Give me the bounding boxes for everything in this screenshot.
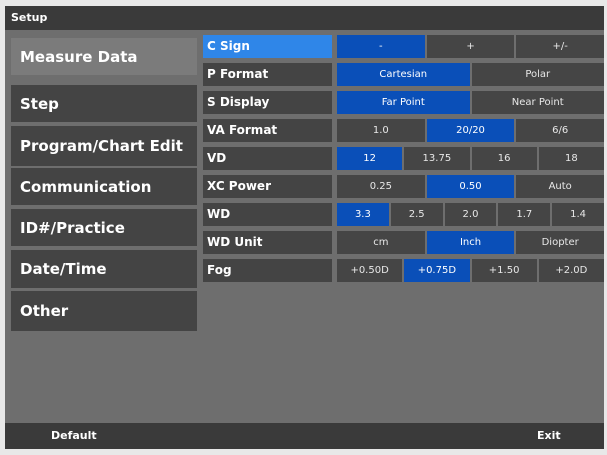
sidebar-item-date-time[interactable]: Date/Time — [11, 250, 197, 288]
option-0-25[interactable]: 0.25 — [337, 175, 427, 198]
option-3-3[interactable]: 3.3 — [337, 203, 391, 226]
setting-label: XC Power — [203, 175, 332, 198]
setting-label: Fog — [203, 259, 332, 282]
option-13-75[interactable]: 13.75 — [404, 147, 472, 170]
option-1-0[interactable]: 1.0 — [337, 119, 427, 142]
default-button[interactable]: Default — [51, 423, 97, 449]
setting-label: VD — [203, 147, 332, 170]
setting-label: VA Format — [203, 119, 332, 142]
setting-label: WD Unit — [203, 231, 332, 254]
option-polar[interactable]: Polar — [471, 63, 604, 86]
footer-bar: Default Exit — [5, 423, 604, 449]
setting-label: WD — [203, 203, 332, 226]
option-2-0[interactable]: 2.0 — [444, 203, 499, 226]
setting-label: C Sign — [203, 35, 332, 58]
option-18[interactable]: 18 — [538, 147, 604, 170]
option-16[interactable]: 16 — [471, 147, 539, 170]
option-plus-0-50d[interactable]: +0.50D — [337, 259, 405, 282]
option-2-5[interactable]: 2.5 — [390, 203, 445, 226]
setting-row-c-sign: C Sign - + +/- — [203, 35, 605, 58]
option-inch[interactable]: Inch — [426, 231, 517, 254]
option-near-point[interactable]: Near Point — [471, 91, 604, 114]
option-6-6[interactable]: 6/6 — [516, 119, 605, 142]
setting-row-wd-unit: WD Unit cm Inch Diopter — [203, 231, 605, 254]
exit-button[interactable]: Exit — [537, 423, 561, 449]
setup-screen: Measure Data Step Program/Chart Edit Com… — [5, 30, 605, 423]
option-auto[interactable]: Auto — [516, 175, 605, 198]
option-20-20[interactable]: 20/20 — [426, 119, 517, 142]
option-plus-minus[interactable]: +/- — [516, 35, 605, 58]
sidebar-item-other[interactable]: Other — [11, 291, 197, 331]
sidebar-item-step[interactable]: Step — [11, 85, 197, 122]
option-plus-1-50[interactable]: +1.50 — [471, 259, 539, 282]
option-0-50[interactable]: 0.50 — [426, 175, 517, 198]
window-title: Setup — [5, 6, 604, 30]
setting-row-fog: Fog +0.50D +0.75D +1.50 +2.0D — [203, 259, 604, 282]
setting-row-s-display: S Display Far Point Near Point — [203, 91, 604, 114]
setting-label: S Display — [203, 91, 332, 114]
option-plus-2-0d[interactable]: +2.0D — [538, 259, 604, 282]
setting-label: P Format — [203, 63, 332, 86]
sidebar-item-id-practice[interactable]: ID#/Practice — [11, 209, 197, 246]
sidebar-item-measure-data[interactable]: Measure Data — [11, 38, 197, 75]
setting-row-p-format: P Format Cartesian Polar — [203, 63, 604, 86]
option-plus[interactable]: + — [426, 35, 517, 58]
option-diopter[interactable]: Diopter — [516, 231, 605, 254]
setting-row-wd: WD 3.3 2.5 2.0 1.7 1.4 — [203, 203, 604, 226]
sidebar-item-communication[interactable]: Communication — [11, 168, 197, 205]
option-12[interactable]: 12 — [337, 147, 405, 170]
setting-row-va-format: VA Format 1.0 20/20 6/6 — [203, 119, 605, 142]
option-plus-0-75d[interactable]: +0.75D — [404, 259, 472, 282]
setting-row-xc-power: XC Power 0.25 0.50 Auto — [203, 175, 605, 198]
option-1-4[interactable]: 1.4 — [552, 203, 604, 226]
option-far-point[interactable]: Far Point — [337, 91, 472, 114]
sidebar-item-program-chart-edit[interactable]: Program/Chart Edit — [11, 126, 197, 166]
option-1-7[interactable]: 1.7 — [498, 203, 553, 226]
option-cartesian[interactable]: Cartesian — [337, 63, 472, 86]
option-minus[interactable]: - — [337, 35, 427, 58]
setting-row-vd: VD 12 13.75 16 18 — [203, 147, 604, 170]
option-cm[interactable]: cm — [337, 231, 427, 254]
